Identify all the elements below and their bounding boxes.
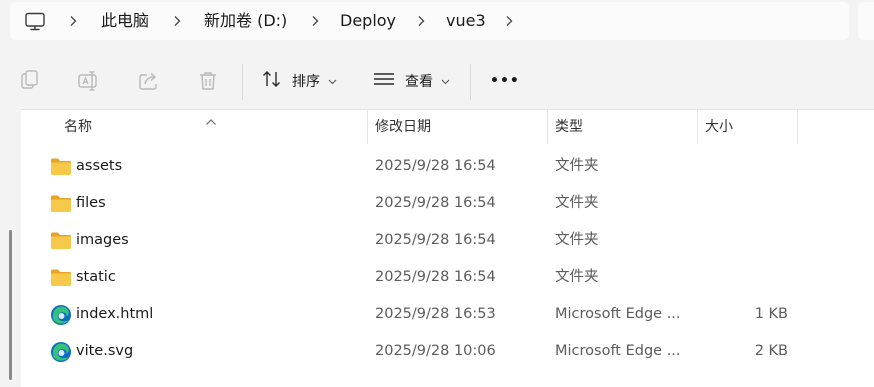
file-modified: 2025/9/28 10:06 (375, 343, 496, 359)
edge-icon (50, 341, 72, 362)
file-row[interactable]: assets 2025/9/28 16:54 文件夹 (21, 148, 874, 185)
folder-icon (50, 157, 72, 177)
rename-icon[interactable] (77, 69, 101, 93)
file-size (708, 222, 788, 259)
edge-icon (50, 304, 72, 325)
file-type: 文件夹 (555, 158, 599, 174)
folder-icon (50, 194, 72, 214)
file-modified: 2025/9/28 16:54 (375, 269, 496, 285)
file-row[interactable]: index.html 2025/9/28 16:53 Microsoft Edg… (21, 296, 874, 333)
breadcrumb-drive-d[interactable]: 新加卷 (D:) (204, 2, 287, 40)
chevron-right-icon[interactable] (172, 2, 182, 40)
folder-icon (50, 268, 72, 288)
sort-label: 排序 (292, 74, 320, 90)
toolbar-divider (242, 64, 243, 100)
computer-icon[interactable] (24, 12, 46, 36)
share-icon[interactable] (137, 69, 161, 93)
chevron-right-icon[interactable] (68, 2, 78, 40)
search-box[interactable] (858, 2, 874, 40)
delete-icon[interactable] (196, 69, 220, 93)
view-button[interactable]: 查看 (373, 67, 450, 95)
file-row[interactable]: vite.svg 2025/9/28 10:06 Microsoft Edge … (21, 333, 874, 370)
file-list: 名称 修改日期 类型 大小 assets 2025/9/28 16:54 文件夹… (21, 109, 874, 387)
file-name: static (76, 269, 116, 285)
column-size-header[interactable]: 大小 (705, 110, 733, 144)
chevron-right-icon[interactable] (416, 2, 426, 40)
column-divider[interactable] (797, 110, 798, 144)
file-name: files (76, 195, 106, 211)
sort-button[interactable]: 排序 (262, 67, 337, 95)
file-row[interactable]: images 2025/9/28 16:54 文件夹 (21, 222, 874, 259)
view-label: 查看 (405, 74, 433, 90)
column-divider[interactable] (697, 110, 698, 144)
more-options-button[interactable]: ••• (490, 67, 520, 95)
chevron-right-icon[interactable] (504, 2, 514, 40)
chevron-down-icon (441, 73, 450, 89)
file-modified: 2025/9/28 16:54 (375, 195, 496, 211)
command-bar: 排序 查看 ••• (0, 52, 874, 110)
file-size (708, 185, 788, 222)
chevron-right-icon[interactable] (310, 2, 320, 40)
sort-icon (262, 70, 282, 92)
breadcrumb-vue3[interactable]: vue3 (446, 2, 486, 40)
file-modified: 2025/9/28 16:54 (375, 232, 496, 248)
copy-icon[interactable] (18, 69, 42, 93)
file-size: 1 KB (754, 306, 788, 322)
column-divider[interactable] (367, 110, 368, 144)
breadcrumb-deploy[interactable]: Deploy (340, 2, 396, 40)
chevron-down-icon (328, 73, 337, 89)
file-type: 文件夹 (555, 269, 599, 285)
file-name: vite.svg (76, 343, 134, 359)
column-divider[interactable] (547, 110, 548, 144)
column-modified-header[interactable]: 修改日期 (375, 110, 431, 144)
file-name: images (76, 232, 129, 248)
file-type: 文件夹 (555, 195, 599, 211)
view-list-icon (373, 71, 395, 91)
column-name-header[interactable]: 名称 (64, 110, 92, 144)
file-row[interactable]: static 2025/9/28 16:54 文件夹 (21, 259, 874, 296)
address-bar[interactable]: 此电脑 新加卷 (D:) Deploy vue3 (10, 2, 849, 40)
file-size (708, 148, 788, 185)
column-header-row: 名称 修改日期 类型 大小 (21, 110, 874, 144)
sort-ascending-caret-icon (205, 111, 217, 130)
file-name: index.html (76, 306, 154, 322)
file-modified: 2025/9/28 16:53 (375, 306, 496, 322)
breadcrumb-this-pc[interactable]: 此电脑 (101, 2, 149, 40)
file-size: 2 KB (754, 343, 788, 359)
file-type: Microsoft Edge ... (555, 306, 681, 322)
column-type-header[interactable]: 类型 (555, 110, 583, 144)
folder-icon (50, 231, 72, 251)
more-icon: ••• (490, 73, 520, 89)
file-type: Microsoft Edge ... (555, 343, 681, 359)
navigation-pane-scrollbar[interactable] (9, 230, 12, 380)
file-modified: 2025/9/28 16:54 (375, 158, 496, 174)
file-row[interactable]: files 2025/9/28 16:54 文件夹 (21, 185, 874, 222)
file-type: 文件夹 (555, 232, 599, 248)
file-name: assets (76, 158, 123, 174)
file-size (708, 259, 788, 296)
toolbar-divider (470, 64, 471, 100)
